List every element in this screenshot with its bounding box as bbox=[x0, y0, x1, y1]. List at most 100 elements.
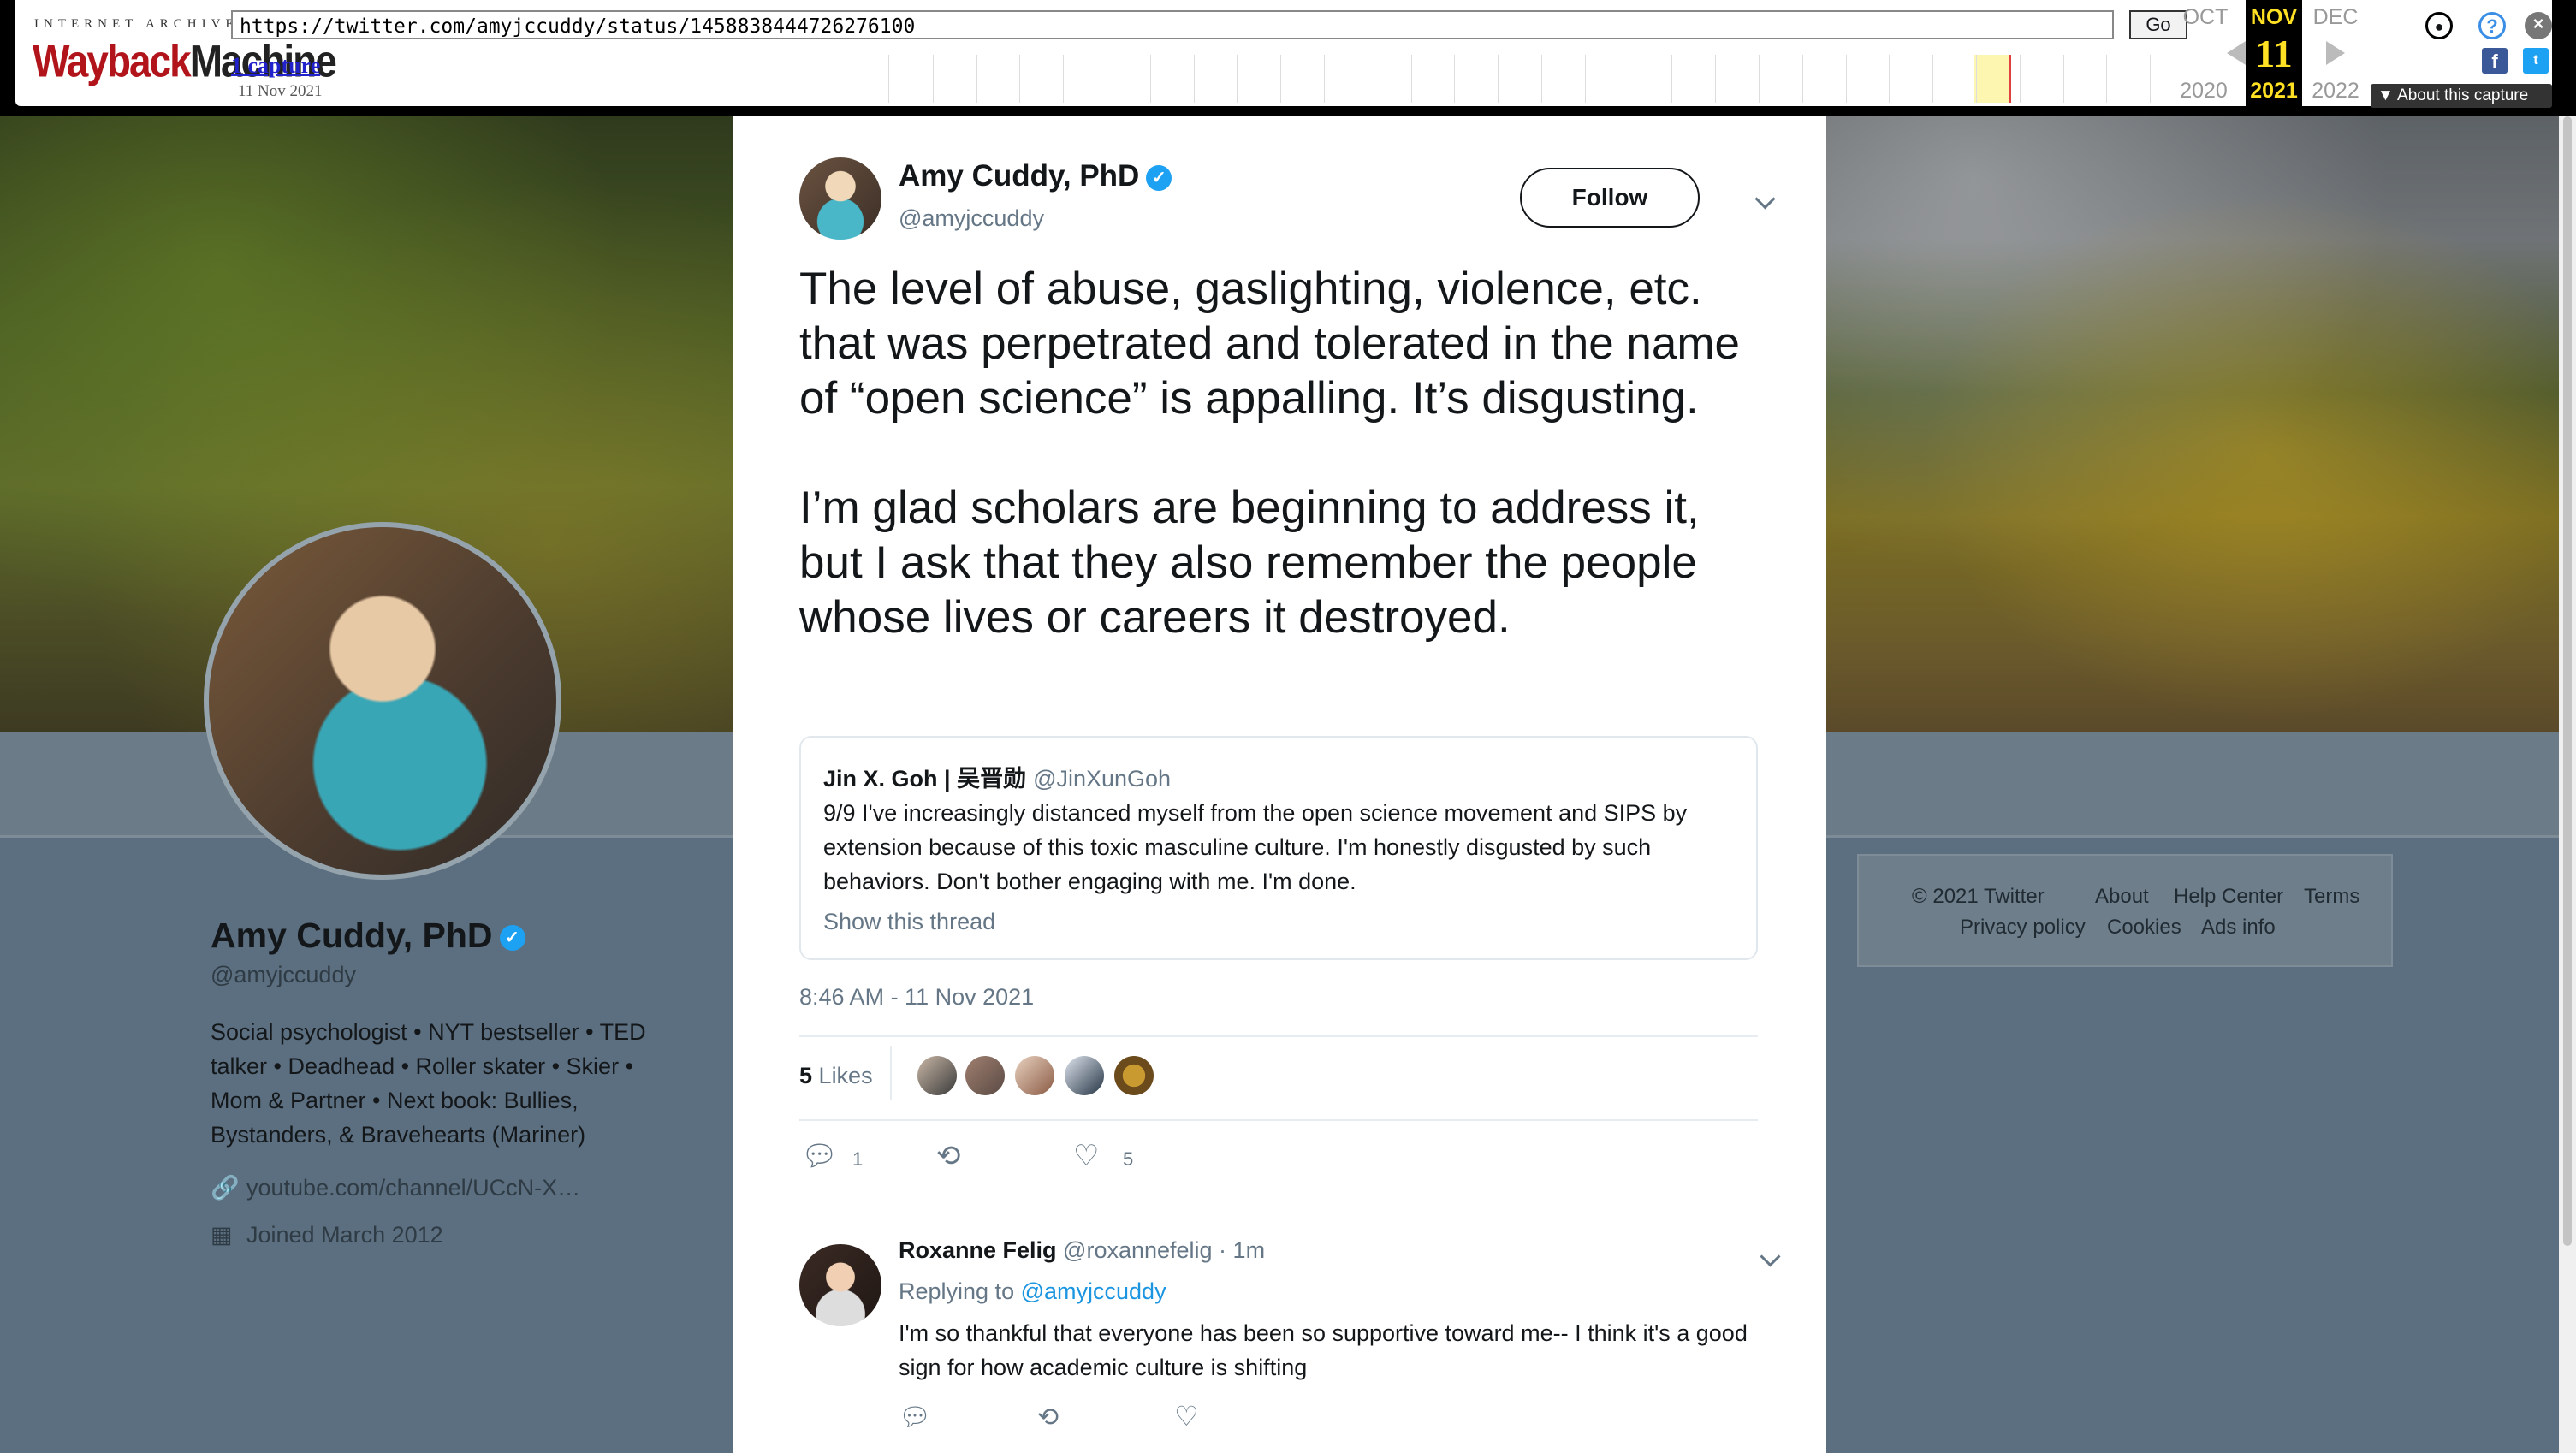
sparkline-divider bbox=[1019, 55, 1021, 103]
retweet-icon[interactable]: ⟲ bbox=[1037, 1403, 1059, 1432]
sparkline-divider bbox=[1889, 55, 1890, 103]
reply-author-row[interactable]: Roxanne Felig @roxannefelig · 1m bbox=[899, 1237, 1265, 1264]
sparkline-capture-tick bbox=[2009, 55, 2011, 103]
wayback-next-year[interactable]: 2022 bbox=[2306, 79, 2365, 104]
sparkline-divider bbox=[1801, 55, 1803, 103]
wayback-logo-a: Wayback bbox=[33, 35, 192, 86]
profile-name-row[interactable]: Amy Cuddy, PhD ✓ bbox=[211, 916, 525, 956]
sparkline-divider bbox=[1671, 55, 1673, 103]
scrollbar-thumb[interactable] bbox=[2563, 116, 2572, 1246]
wayback-url-input[interactable]: https://twitter.com/amyjccuddy/status/14… bbox=[231, 10, 2114, 39]
liker-avatar[interactable] bbox=[1015, 1056, 1054, 1095]
verified-check-icon: ✓ bbox=[499, 925, 525, 952]
calendar-icon: ▦ bbox=[211, 1222, 233, 1248]
show-thread-link[interactable]: Show this thread bbox=[823, 909, 995, 935]
profile-avatar[interactable] bbox=[204, 522, 561, 880]
footer-privacy-link[interactable]: Privacy policy bbox=[1960, 916, 2086, 940]
sparkline-divider bbox=[976, 55, 977, 103]
quoted-tweet[interactable]: Jin X. Goh | 吴晋勋 @JinXunGoh 9/9 I've incr… bbox=[799, 736, 1758, 960]
about-this-capture-label: About this capture bbox=[2397, 86, 2529, 104]
sparkline-divider bbox=[1498, 55, 1499, 103]
sparkline-divider bbox=[1237, 55, 1238, 103]
reply-icon[interactable]: 💬︎ bbox=[801, 1142, 838, 1171]
sparkline-divider bbox=[1584, 55, 1586, 103]
sparkline-divider bbox=[2063, 55, 2064, 103]
footer-terms-link[interactable]: Terms bbox=[2304, 885, 2359, 909]
reply-icon[interactable]: 💬︎ bbox=[899, 1403, 931, 1432]
tweet-timestamp[interactable]: 8:46 AM - 11 Nov 2021 bbox=[799, 984, 1034, 1011]
sparkline-divider bbox=[1976, 55, 1977, 103]
liker-avatar[interactable] bbox=[917, 1056, 957, 1095]
facebook-icon[interactable]: f bbox=[2482, 48, 2508, 74]
twitter-share-icon[interactable]: t bbox=[2523, 48, 2549, 74]
footer-cookies-link[interactable]: Cookies bbox=[2107, 916, 2181, 940]
wayback-capture-date: 11 Nov 2021 bbox=[238, 82, 323, 100]
wayback-prev-year[interactable]: 2020 bbox=[2174, 79, 2234, 104]
quoted-author-handle: @JinXunGoh bbox=[1033, 766, 1172, 792]
replying-to: Replying to @amyjccuddy bbox=[899, 1278, 1166, 1305]
tweet-author-avatar[interactable] bbox=[799, 157, 881, 240]
retweet-icon[interactable]: ⟲ bbox=[936, 1142, 961, 1171]
likes-label: Likes bbox=[818, 1063, 873, 1088]
likes-number: 5 bbox=[799, 1063, 813, 1088]
profile-link[interactable]: youtube.com/channel/UCcN-X… bbox=[246, 1175, 580, 1201]
footer-ads-link[interactable]: Ads info bbox=[2201, 916, 2276, 940]
close-icon[interactable]: × bbox=[2525, 12, 2552, 39]
current-year: 2021 bbox=[2250, 79, 2298, 103]
sparkline-divider bbox=[1280, 55, 1282, 103]
wayback-next-month[interactable]: DEC bbox=[2306, 5, 2365, 30]
tweet-text: The level of abuse, gaslighting, violenc… bbox=[799, 264, 1740, 643]
footer-help-link[interactable]: Help Center bbox=[2174, 885, 2283, 909]
sparkline-divider bbox=[1063, 55, 1065, 103]
chevron-down-icon[interactable] bbox=[1760, 1246, 1781, 1267]
replying-to-handle[interactable]: @amyjccuddy bbox=[1021, 1278, 1166, 1304]
prev-capture-icon[interactable] bbox=[2227, 41, 2246, 65]
divider bbox=[799, 1119, 1758, 1121]
quoted-author: Jin X. Goh | 吴晋勋 @JinXunGoh bbox=[823, 760, 1171, 793]
reply-author-handle-time: @roxannefelig · 1m bbox=[1063, 1237, 1266, 1263]
profile-name: Amy Cuddy, PhD bbox=[211, 916, 493, 955]
replying-prefix: Replying to bbox=[899, 1278, 1015, 1304]
sparkline-divider bbox=[1932, 55, 1934, 103]
footer-about-link[interactable]: About bbox=[2095, 885, 2149, 909]
liker-avatar[interactable] bbox=[1065, 1056, 1104, 1095]
current-day: 11 bbox=[2255, 32, 2293, 75]
profile-link-row[interactable]: 🔗 youtube.com/channel/UCcN-X… bbox=[211, 1174, 580, 1201]
tweet-author-name-row[interactable]: Amy Cuddy, PhD ✓ bbox=[899, 159, 1172, 193]
dropdown-triangle-icon: ▼ bbox=[2377, 86, 2398, 104]
sparkline-divider bbox=[2019, 55, 2021, 103]
sparkline-divider bbox=[1759, 55, 1760, 103]
reply-author-avatar[interactable] bbox=[799, 1244, 881, 1326]
quoted-author-name: Jin X. Goh | 吴晋勋 bbox=[823, 766, 1027, 792]
wayback-panel: INTERNET ARCHIVE WaybackMachine https://… bbox=[15, 0, 2552, 106]
about-this-capture-button[interactable]: ▼ About this capture bbox=[2371, 84, 2552, 108]
help-icon[interactable]: ? bbox=[2478, 12, 2506, 39]
wayback-captures-link[interactable]: 1 capture bbox=[231, 53, 320, 79]
liker-avatar[interactable] bbox=[965, 1056, 1005, 1095]
tweet-author-handle[interactable]: @amyjccuddy bbox=[899, 205, 1044, 232]
follow-button[interactable]: Follow bbox=[1520, 168, 1700, 228]
heart-icon[interactable]: ♡ bbox=[1174, 1402, 1199, 1431]
sparkline-divider bbox=[2150, 55, 2152, 103]
likes-count[interactable]: 5 Likes bbox=[799, 1063, 873, 1089]
reply-count: 1 bbox=[852, 1148, 864, 1170]
wayback-prev-month[interactable]: OCT bbox=[2175, 5, 2235, 30]
sparkline-divider bbox=[1410, 55, 1412, 103]
divider bbox=[799, 1035, 1758, 1037]
link-icon: 🔗 bbox=[211, 1175, 240, 1201]
sparkline-divider bbox=[1541, 55, 1542, 103]
next-capture-icon[interactable] bbox=[2326, 41, 2345, 65]
page-scrollbar[interactable] bbox=[2559, 116, 2576, 1453]
internet-archive-label: INTERNET ARCHIVE bbox=[34, 17, 239, 31]
profile-banner-right bbox=[1826, 116, 2559, 732]
heart-icon[interactable]: ♡ bbox=[1073, 1142, 1099, 1171]
reply-author-name: Roxanne Felig bbox=[899, 1237, 1057, 1263]
wayback-sparkline[interactable] bbox=[888, 55, 2193, 103]
sparkline-divider bbox=[1845, 55, 1847, 103]
user-account-icon[interactable]: ● bbox=[2425, 12, 2453, 39]
profile-handle[interactable]: @amyjccuddy bbox=[211, 962, 356, 988]
tweet-permalink-card: Amy Cuddy, PhD ✓ @amyjccuddy Follow The l… bbox=[733, 116, 1826, 1453]
chevron-down-icon[interactable] bbox=[1754, 188, 1776, 210]
profile-joined-row: ▦ Joined March 2012 bbox=[211, 1222, 443, 1248]
liker-avatar[interactable] bbox=[1114, 1056, 1154, 1095]
